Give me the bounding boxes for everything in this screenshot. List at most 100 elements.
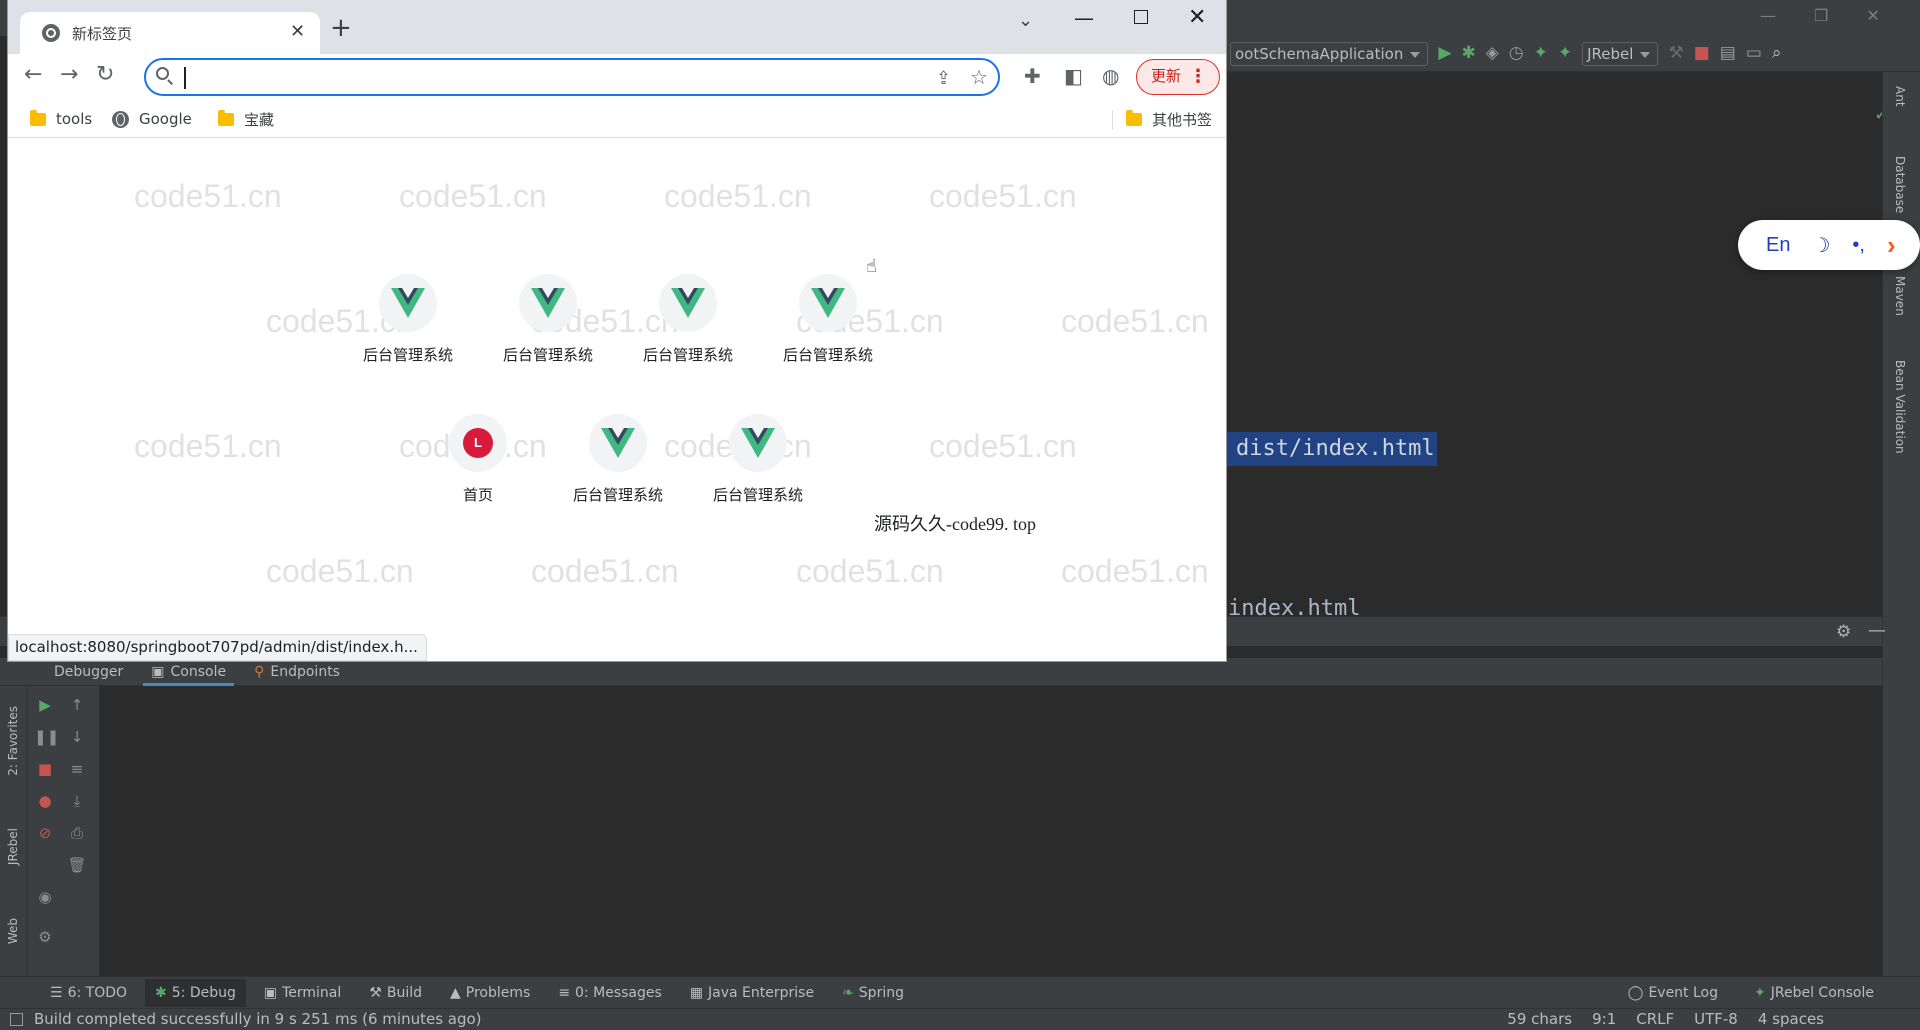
- minimize-icon[interactable]: —: [1074, 6, 1094, 30]
- update-button[interactable]: 更新 ⋮: [1136, 59, 1220, 95]
- terminal-tool-button[interactable]: ▣ Terminal: [254, 979, 351, 1007]
- debug-settings-icon[interactable]: ⚙: [34, 926, 56, 948]
- stop-debug-icon[interactable]: ■: [34, 758, 56, 780]
- ide-restore-icon[interactable]: ❐: [1814, 6, 1828, 25]
- problems-tool-button[interactable]: ▲ Problems: [440, 979, 540, 1007]
- search-everywhere-icon[interactable]: ⌕: [1772, 45, 1782, 62]
- shortcut-tile[interactable]: 后台管理系统: [698, 414, 818, 526]
- back-arrow-icon[interactable]: ←: [24, 64, 42, 86]
- print-icon[interactable]: ⎙: [66, 822, 88, 844]
- bookmark-google[interactable]: Google: [112, 108, 192, 130]
- other-bookmarks[interactable]: 其他书签: [1126, 108, 1212, 130]
- event-log-button[interactable]: ◯ Event Log: [1618, 979, 1728, 1007]
- build-hammer-icon[interactable]: ⚒: [1668, 45, 1683, 62]
- tab-endpoints[interactable]: ⚲ Endpoints: [246, 658, 348, 686]
- indent-setting[interactable]: 4 spaces: [1758, 1009, 1824, 1029]
- spring-tool-button[interactable]: ❧ Spring: [832, 979, 914, 1007]
- maven-tool-button[interactable]: Maven: [1893, 276, 1907, 316]
- ime-language[interactable]: En: [1766, 234, 1790, 257]
- view-breakpoints-icon[interactable]: ●: [34, 790, 56, 812]
- selection-chars[interactable]: 59 chars: [1507, 1009, 1572, 1029]
- resume-icon[interactable]: ▶: [34, 694, 56, 716]
- tab-console[interactable]: ▣ Console: [143, 658, 235, 686]
- reload-icon[interactable]: ↻: [96, 64, 114, 86]
- ime-expand-icon[interactable]: ›: [1887, 230, 1896, 261]
- shortcut-tile[interactable]: 后台管理系统: [348, 274, 468, 386]
- shortcut-tile[interactable]: 后台管理系统: [768, 274, 888, 386]
- jrebel-run-icon[interactable]: ✦: [1534, 45, 1548, 62]
- bookmark-tools[interactable]: tools: [30, 108, 92, 130]
- bookmark-star-icon[interactable]: ☆: [970, 65, 988, 89]
- editor-selected-text[interactable]: dist/index.html: [1226, 432, 1437, 466]
- shortcut-tile[interactable]: 后台管理系统: [628, 274, 748, 386]
- close-window-icon[interactable]: ✕: [1188, 5, 1206, 30]
- bean-validation-tool-button[interactable]: Bean Validation: [1893, 360, 1907, 454]
- panel-minimize-icon[interactable]: —: [1868, 620, 1886, 641]
- ide-close-icon[interactable]: ✕: [1866, 6, 1879, 25]
- ant-tool-button[interactable]: Ant: [1893, 86, 1907, 107]
- status-toggle-icon[interactable]: [10, 1013, 23, 1026]
- file-encoding[interactable]: UTF-8: [1694, 1009, 1738, 1029]
- browser-tab[interactable]: 新标签页 ✕: [20, 12, 320, 54]
- line-separator[interactable]: CRLF: [1636, 1009, 1674, 1029]
- pause-icon[interactable]: ❚❚: [34, 726, 59, 748]
- coverage-icon[interactable]: ◈: [1486, 45, 1499, 62]
- scroll-to-end-icon[interactable]: ⤓: [66, 790, 88, 812]
- project-structure-icon[interactable]: ▤: [1720, 45, 1736, 62]
- profile-avatar-icon[interactable]: ◍: [1102, 66, 1119, 86]
- menu-kebab-icon[interactable]: ⋮: [1189, 60, 1207, 93]
- tab-debugger[interactable]: Debugger: [40, 658, 131, 686]
- debug-tool-button[interactable]: ✱ 5: Debug: [145, 978, 246, 1007]
- ime-moon-icon[interactable]: ☽: [1812, 233, 1830, 258]
- jrebel-dropdown[interactable]: JRebel: [1582, 41, 1659, 66]
- jrebel-tool-button[interactable]: JRebel: [6, 828, 20, 865]
- ime-punct-icon[interactable]: •,: [1852, 234, 1865, 257]
- down-arrow-icon[interactable]: ↓: [66, 726, 88, 748]
- bookmark-treasure[interactable]: 宝藏: [218, 108, 274, 130]
- close-tab-icon[interactable]: ✕: [290, 21, 305, 42]
- database-tool-button[interactable]: Database: [1893, 156, 1907, 213]
- ime-toolbar[interactable]: En ☽ •, ›: [1738, 220, 1920, 270]
- forward-arrow-icon[interactable]: →: [60, 64, 78, 86]
- java-enterprise-tool-button[interactable]: ▦ Java Enterprise: [680, 979, 824, 1007]
- stop-icon[interactable]: ■: [1694, 45, 1710, 62]
- clear-console-icon[interactable]: 🗑: [66, 854, 88, 876]
- console-output[interactable]: [100, 686, 1882, 976]
- watermark: code51.cn: [531, 553, 679, 589]
- jrebel-debug-icon[interactable]: ✦: [1558, 45, 1572, 62]
- share-icon[interactable]: ⇪: [936, 68, 951, 89]
- side-panel-icon[interactable]: ◧: [1064, 66, 1083, 86]
- maximize-icon[interactable]: [1134, 10, 1148, 24]
- code-editor[interactable]: [1226, 72, 1882, 616]
- web-tool-button[interactable]: Web: [6, 918, 20, 944]
- site-favicon-icon: L: [449, 414, 507, 472]
- mute-breakpoints-icon[interactable]: ⊘: [34, 822, 56, 844]
- jrebel-console-button[interactable]: ✦ JRebel Console: [1744, 979, 1884, 1007]
- caret-position[interactable]: 9:1: [1592, 1009, 1616, 1029]
- run-icon[interactable]: ▶: [1438, 45, 1451, 62]
- todo-tool-button[interactable]: ☰ 6: TODO: [40, 979, 137, 1007]
- tool-window-bar-right: ◯ Event Log ✦ JRebel Console: [1618, 977, 1884, 1009]
- ide-minimize-icon[interactable]: —: [1760, 6, 1776, 25]
- snapshot-icon[interactable]: ◉: [34, 886, 56, 908]
- new-tab-button[interactable]: +: [330, 15, 352, 41]
- extensions-puzzle-icon[interactable]: ✚: [1024, 66, 1041, 86]
- build-status-message[interactable]: Build completed successfully in 9 s 251 …: [34, 1009, 482, 1029]
- tab-search-chevron-icon[interactable]: ⌄: [1018, 10, 1033, 31]
- shortcut-tile[interactable]: 后台管理系统: [488, 274, 608, 386]
- up-arrow-icon[interactable]: ↑: [66, 694, 88, 716]
- address-input[interactable]: [182, 66, 882, 90]
- run-config-dropdown[interactable]: ootSchemaApplication: [1230, 41, 1429, 66]
- shortcut-tile-home[interactable]: L 首页: [418, 414, 538, 526]
- address-bar[interactable]: ⇪ ☆: [144, 58, 1000, 96]
- panel-settings-icon[interactable]: ⚙: [1836, 622, 1851, 642]
- profile-icon[interactable]: ◷: [1509, 45, 1524, 62]
- build-tool-button[interactable]: ⚒ Build: [359, 979, 432, 1007]
- debug-icon[interactable]: ✱: [1461, 45, 1475, 62]
- soft-wrap-icon[interactable]: ≡: [66, 758, 88, 780]
- favorites-tool-button[interactable]: 2: Favorites: [6, 706, 20, 776]
- layout-icon[interactable]: ▭: [1746, 45, 1762, 62]
- messages-tool-button[interactable]: ≡ 0: Messages: [548, 979, 671, 1007]
- shortcut-tile[interactable]: 后台管理系统: [558, 414, 678, 526]
- link-status-bubble: localhost:8080/springboot707pd/admin/dis…: [8, 634, 427, 661]
